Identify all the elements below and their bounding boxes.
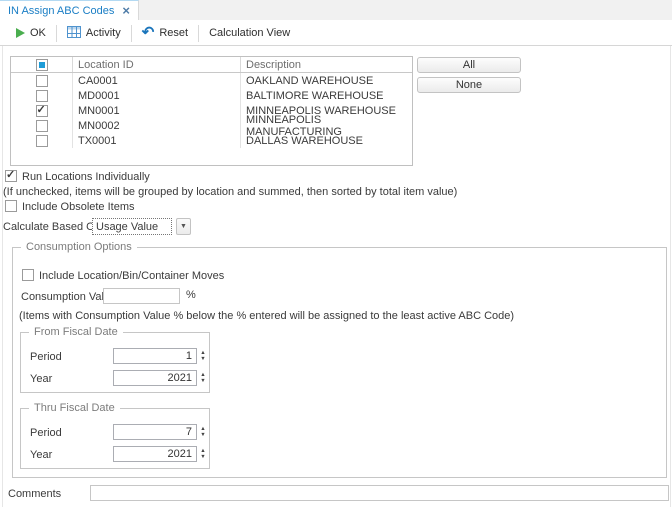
thru-period-input[interactable] [113, 424, 197, 440]
description-cell: DALLAS WAREHOUSE [241, 133, 412, 148]
calculate-based-on-label: Calculate Based On [3, 221, 101, 233]
include-obsolete-items-label: Include Obsolete Items [22, 201, 135, 213]
consumption-note: (Items with Consumption Value % below th… [19, 310, 514, 322]
ok-button-label: OK [30, 27, 46, 39]
description-cell: OAKLAND WAREHOUSE [241, 73, 412, 88]
include-moves-label: Include Location/Bin/Container Moves [39, 270, 224, 282]
grid-icon [67, 26, 81, 41]
location-id-cell: MN0001 [73, 103, 241, 118]
comments-label: Comments [8, 488, 61, 500]
check-icon: ✓ [6, 168, 15, 181]
close-icon[interactable]: × [122, 4, 130, 17]
reset-button[interactable]: ↶ Reset [132, 21, 198, 45]
table-row[interactable]: CA0001 OAKLAND WAREHOUSE [11, 73, 412, 88]
row-checkbox[interactable] [36, 90, 48, 102]
spinner-down-icon[interactable]: ▼ [200, 433, 205, 438]
calculation-view-label: Calculation View [209, 27, 290, 39]
consumption-options-legend: Consumption Options [21, 241, 137, 253]
chevron-down-icon[interactable]: ▼ [176, 218, 191, 235]
location-id-cell: MD0001 [73, 88, 241, 103]
grid-header-description[interactable]: Description [241, 57, 412, 72]
include-moves-checkbox[interactable] [22, 269, 34, 281]
include-obsolete-items-checkbox[interactable] [5, 200, 17, 212]
spinner-up-icon[interactable]: ▲ [200, 427, 205, 432]
spinner-up-icon[interactable]: ▲ [200, 373, 205, 378]
spinner-up-icon[interactable]: ▲ [200, 449, 205, 454]
check-icon: ✓ [37, 103, 46, 116]
thru-period-spinner[interactable]: ▲▼ [198, 424, 208, 440]
description-cell: BALTIMORE WAREHOUSE [241, 88, 412, 103]
calculation-view-button[interactable]: Calculation View [199, 21, 300, 45]
thru-year-spinner[interactable]: ▲▼ [198, 446, 208, 462]
location-id-cell: TX0001 [73, 133, 241, 148]
grid-header-checkbox-cell [11, 57, 73, 72]
tab-title: IN Assign ABC Codes [8, 5, 114, 17]
consumption-value-label: Consumption Value [21, 291, 116, 303]
thru-period-label: Period [30, 427, 62, 439]
location-id-cell: CA0001 [73, 73, 241, 88]
spinner-down-icon[interactable]: ▼ [200, 455, 205, 460]
ok-button[interactable]: OK [6, 21, 56, 45]
description-cell: MINNEAPOLIS MANUFACTURING [241, 118, 412, 133]
row-checkbox[interactable] [36, 135, 48, 147]
all-button[interactable]: All [417, 57, 521, 73]
row-checkbox[interactable] [36, 75, 48, 87]
percent-unit-label: % [186, 289, 196, 301]
spinner-down-icon[interactable]: ▼ [200, 379, 205, 384]
consumption-value-input[interactable] [103, 288, 180, 304]
thru-year-input[interactable] [113, 446, 197, 462]
from-period-input[interactable] [113, 348, 197, 364]
run-locations-individually-checkbox[interactable]: ✓ [5, 170, 17, 182]
grid-header-row: Location ID Description [11, 57, 412, 73]
from-period-spinner[interactable]: ▲▼ [198, 348, 208, 364]
thru-year-label: Year [30, 449, 52, 461]
grouping-note: (If unchecked, items will be grouped by … [3, 186, 457, 198]
locations-grid: Location ID Description CA0001 OAKLAND W… [10, 56, 413, 166]
panel-border-right [670, 46, 671, 507]
reset-button-label: Reset [159, 27, 188, 39]
from-fiscal-date-legend: From Fiscal Date [29, 326, 123, 338]
table-row[interactable]: MN0002 MINNEAPOLIS MANUFACTURING [11, 118, 412, 133]
spinner-down-icon[interactable]: ▼ [200, 357, 205, 362]
from-year-label: Year [30, 373, 52, 385]
assign-abc-codes-screen: IN Assign ABC Codes × OK Activity ↶ Rese… [0, 0, 672, 507]
tab-in-assign-abc-codes[interactable]: IN Assign ABC Codes × [0, 0, 139, 20]
run-locations-individually-label: Run Locations Individually [22, 171, 150, 183]
thru-fiscal-date-legend: Thru Fiscal Date [29, 402, 120, 414]
select-all-checkbox[interactable] [36, 59, 48, 71]
from-year-spinner[interactable]: ▲▼ [198, 370, 208, 386]
location-id-cell: MN0002 [73, 118, 241, 133]
table-row[interactable]: TX0001 DALLAS WAREHOUSE [11, 133, 412, 148]
none-button[interactable]: None [417, 77, 521, 93]
activity-button-label: Activity [86, 27, 121, 39]
spinner-up-icon[interactable]: ▲ [200, 351, 205, 356]
table-row[interactable]: MD0001 BALTIMORE WAREHOUSE [11, 88, 412, 103]
comments-input[interactable] [90, 485, 669, 501]
undo-icon: ↶ [142, 27, 155, 39]
from-year-input[interactable] [113, 370, 197, 386]
row-checkbox[interactable] [36, 120, 48, 132]
grid-header-location-id[interactable]: Location ID [73, 57, 241, 72]
partial-selection-mark [39, 62, 45, 68]
calculate-based-on-select[interactable]: Usage Value [92, 218, 172, 235]
activity-button[interactable]: Activity [57, 21, 131, 45]
panel-border-left [2, 46, 3, 507]
row-checkbox[interactable]: ✓ [36, 105, 48, 117]
play-icon [16, 28, 25, 38]
tab-bar: IN Assign ABC Codes × [0, 0, 672, 20]
from-period-label: Period [30, 351, 62, 363]
toolbar: OK Activity ↶ Reset Calculation View [0, 21, 672, 46]
